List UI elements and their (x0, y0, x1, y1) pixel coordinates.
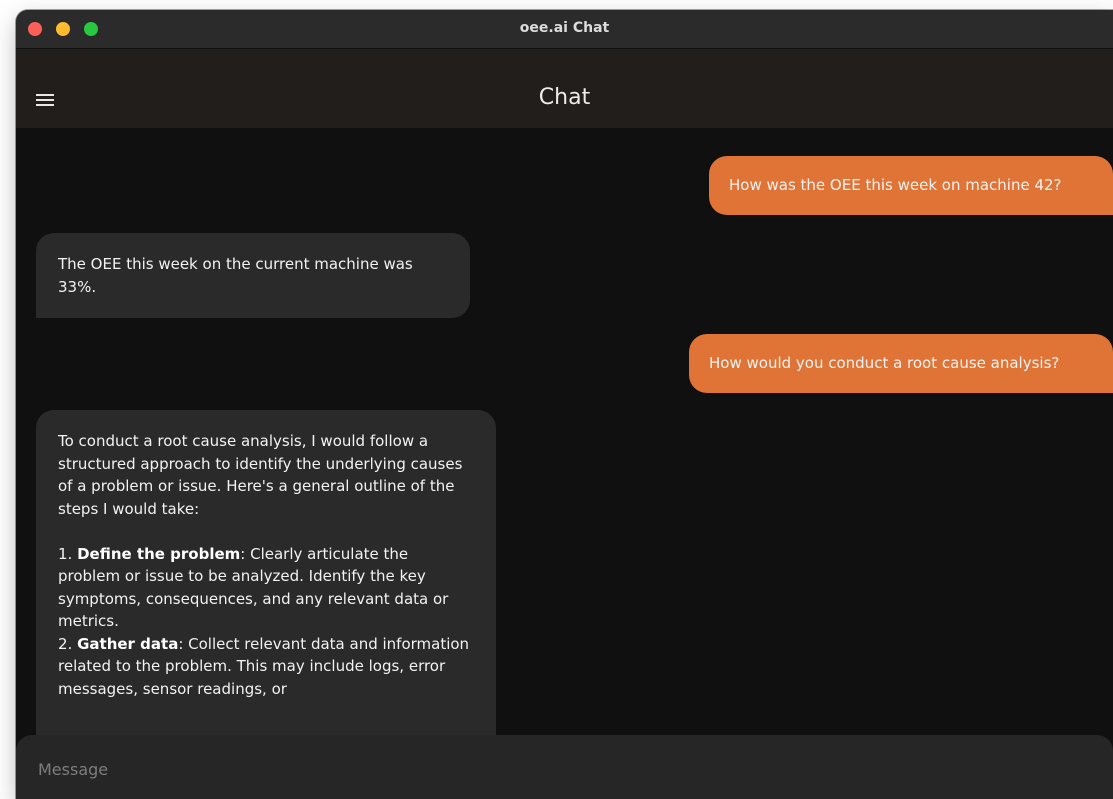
window-title: oee.ai Chat (519, 20, 610, 36)
title-bar: oee.ai Chat (16, 10, 1113, 49)
page-title: Chat (538, 85, 591, 110)
step-number: 2. (58, 634, 73, 653)
message-composer (16, 735, 1113, 799)
step-number: 1. (58, 544, 73, 563)
app-window: oee.ai Chat Chat How was the OEE this we… (16, 10, 1113, 799)
bot-message-bubble: The OEE this week on the current machine… (36, 233, 470, 318)
message-step: 2. Gather data: Collect relevant data an… (58, 633, 474, 701)
user-message-bubble: How would you conduct a root cause analy… (689, 334, 1113, 393)
message-text: How was the OEE this week on machine 42? (729, 176, 1062, 194)
bot-message-bubble: To conduct a root cause analysis, I woul… (36, 410, 496, 735)
message-text: How would you conduct a root cause analy… (709, 354, 1060, 372)
step-title: Define the problem (77, 544, 241, 563)
message-text: The OEE this week on the current machine… (58, 255, 413, 296)
app-bar: Chat (16, 49, 1113, 128)
message-intro: To conduct a root cause analysis, I woul… (58, 432, 468, 518)
chat-message-list[interactable]: How was the OEE this week on machine 42?… (16, 128, 1113, 735)
step-title: Gather data (77, 634, 179, 653)
user-message-bubble: How was the OEE this week on machine 42? (709, 156, 1113, 215)
message-step: 1. Define the problem: Clearly articulat… (58, 543, 474, 633)
message-input[interactable] (36, 751, 1080, 787)
